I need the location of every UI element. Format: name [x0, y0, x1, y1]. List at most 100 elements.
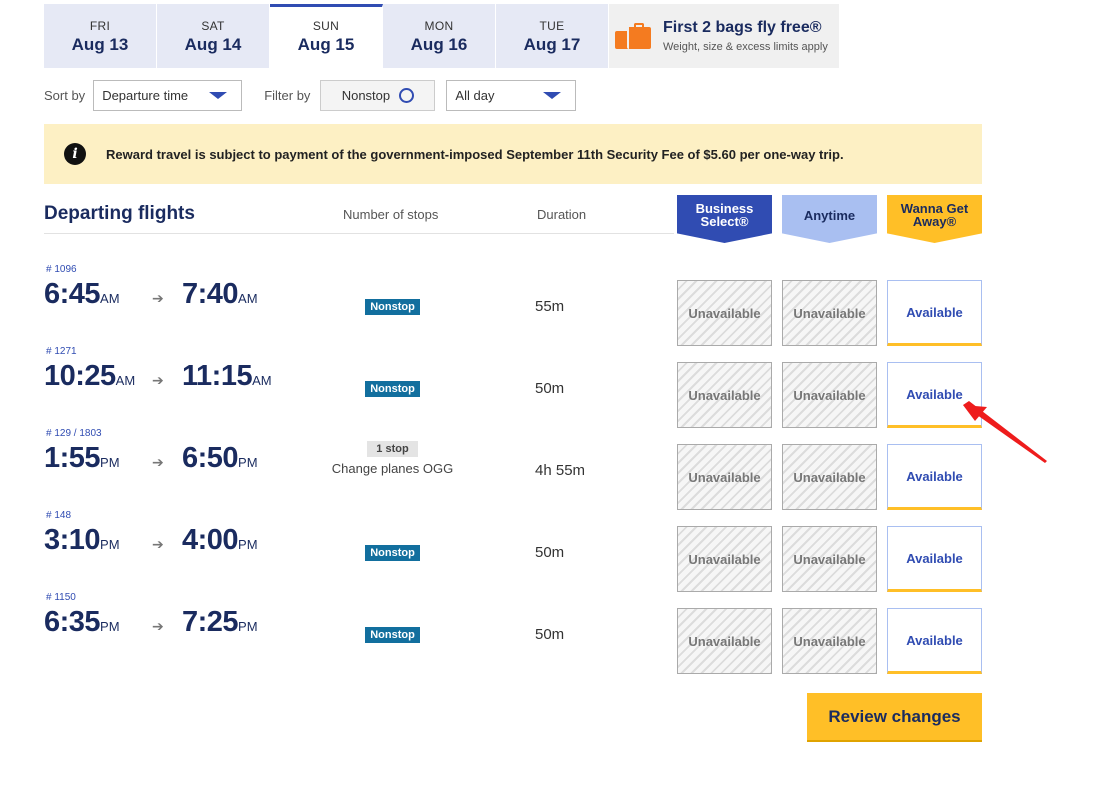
fare-header-wanna-get-away: Wanna Get Away® [887, 195, 982, 243]
arrival-time-value: 7:25 [182, 606, 239, 638]
departure-time: 6:35PM [44, 606, 120, 639]
date-tab-sun[interactable]: SUN Aug 15 [270, 4, 383, 68]
fare-business-select: Unavailable [677, 444, 772, 510]
fare-header-business-select: Business Select® [677, 195, 772, 243]
departure-time-value: 6:35 [44, 606, 101, 638]
departure-ampm: PM [100, 619, 120, 634]
arrival-time-value: 7:40 [182, 278, 239, 310]
filter-label: Filter by [264, 88, 311, 103]
departure-time-value: 3:10 [44, 524, 101, 556]
column-header-stops: Number of stops [343, 207, 439, 222]
sort-select-value: Departure time [102, 88, 189, 103]
departure-time: 10:25AM [44, 360, 135, 393]
date-tab-date: Aug 14 [184, 35, 242, 54]
one-stop-badge: 1 stop [367, 441, 418, 457]
flight-number: # 1150 [46, 592, 76, 603]
nonstop-filter-label: Nonstop [341, 88, 391, 103]
arrival-ampm: PM [238, 537, 258, 552]
time-filter-select[interactable]: All day [446, 80, 577, 111]
chevron-down-icon [543, 92, 562, 99]
nonstop-badge: Nonstop [365, 381, 420, 397]
fare-business-select: Unavailable [677, 280, 772, 346]
fare-anytime: Unavailable [782, 526, 877, 592]
arrival-ampm: AM [238, 291, 258, 306]
arrival-ampm: AM [252, 373, 272, 388]
date-tab-dow: MON [424, 19, 454, 33]
section-title: Departing flights [44, 203, 195, 224]
date-tabs: FRI Aug 13 SAT Aug 14 SUN Aug 15 MON Aug… [44, 4, 839, 68]
fare-business-select: Unavailable [677, 608, 772, 674]
flight-row: # 1096 6:45AM ➔ 7:40AM Nonstop 55m Unava… [0, 264, 1103, 346]
nonstop-badge: Nonstop [365, 299, 420, 315]
duration: 50m [535, 380, 565, 397]
departure-ampm: AM [115, 373, 136, 388]
departure-time: 1:55PM [44, 442, 120, 475]
flight-number: # 1096 [46, 264, 77, 275]
flight-row: # 129 / 1803 1:55PM ➔ 6:50PM 1 stop Chan… [0, 428, 1103, 510]
sort-select[interactable]: Departure time [93, 80, 243, 111]
departure-ampm: AM [100, 291, 120, 306]
arrow-right-icon: ➔ [152, 454, 164, 470]
info-icon: i [64, 143, 86, 165]
date-tab-fri[interactable]: FRI Aug 13 [44, 4, 157, 68]
review-changes-button[interactable]: Review changes [807, 693, 982, 742]
date-tab-mon[interactable]: MON Aug 16 [383, 4, 496, 68]
arrow-right-icon: ➔ [152, 372, 164, 388]
date-tab-tue[interactable]: TUE Aug 17 [496, 4, 609, 68]
annotation-arrow-icon [963, 401, 1047, 463]
stops-cell: Nonstop [330, 297, 455, 315]
flight-row: # 1271 10:25AM ➔ 11:15AM Nonstop 50m Una… [0, 346, 1103, 428]
arrival-time-value: 6:50 [182, 442, 239, 474]
notice-text: Reward travel is subject to payment of t… [106, 146, 844, 162]
date-tab-dow: SUN [312, 19, 340, 33]
arrival-ampm: PM [238, 619, 258, 634]
date-tab-date: Aug 13 [71, 35, 129, 54]
date-tab-dow: FRI [89, 19, 111, 33]
stops-cell: Nonstop [330, 379, 455, 397]
fare-wanna-get-away-button[interactable]: Available [887, 608, 982, 674]
arrival-time: 7:40AM [182, 278, 258, 311]
nonstop-filter-button[interactable]: Nonstop [320, 80, 436, 111]
departure-ampm: PM [100, 537, 120, 552]
date-tab-sat[interactable]: SAT Aug 14 [157, 4, 270, 68]
flight-row: # 148 3:10PM ➔ 4:00PM Nonstop 50m Unavai… [0, 510, 1103, 592]
arrival-time: 4:00PM [182, 524, 258, 557]
column-header-duration: Duration [537, 207, 587, 222]
nonstop-badge: Nonstop [365, 545, 420, 561]
duration: 55m [535, 298, 565, 315]
fare-anytime: Unavailable [782, 362, 877, 428]
date-tab-dow: TUE [539, 19, 565, 33]
time-filter-value: All day [455, 88, 495, 103]
flight-row: # 1150 6:35PM ➔ 7:25PM Nonstop 50m Unava… [0, 592, 1103, 674]
fare-business-select: Unavailable [677, 362, 772, 428]
chevron-down-icon [209, 92, 228, 99]
fare-anytime: Unavailable [782, 444, 877, 510]
bags-promo-subtitle: Weight, size & excess limits apply [663, 41, 828, 53]
fare-anytime: Unavailable [782, 280, 877, 346]
fare-wanna-get-away-button[interactable]: Available [887, 280, 982, 346]
arrival-time-value: 11:15 [182, 360, 253, 392]
reward-notice: i Reward travel is subject to payment of… [44, 124, 982, 184]
stops-cell: 1 stop Change planes OGG [330, 439, 455, 476]
flight-number: # 148 [46, 510, 72, 521]
stops-cell: Nonstop [330, 625, 455, 643]
header-divider [44, 233, 674, 234]
date-tab-dow: SAT [201, 19, 225, 33]
duration: 50m [535, 544, 565, 561]
arrival-time-value: 4:00 [182, 524, 239, 556]
bags-promo: First 2 bags fly free® Weight, size & ex… [609, 4, 839, 68]
radio-circle-icon [399, 88, 415, 103]
arrival-ampm: PM [238, 455, 258, 470]
arrival-time: 7:25PM [182, 606, 258, 639]
flight-number: # 129 / 1803 [46, 428, 102, 439]
bags-promo-title: First 2 bags fly free® [663, 19, 822, 36]
fare-wanna-get-away-button[interactable]: Available [887, 526, 982, 592]
stops-cell: Nonstop [330, 543, 455, 561]
flight-number: # 1271 [46, 346, 77, 357]
duration: 50m [535, 626, 565, 643]
departure-time-value: 1:55 [44, 442, 101, 474]
suitcase-icon [615, 23, 653, 49]
duration: 4h 55m [535, 462, 586, 479]
nonstop-badge: Nonstop [365, 627, 420, 643]
sort-label: Sort by [44, 88, 86, 103]
